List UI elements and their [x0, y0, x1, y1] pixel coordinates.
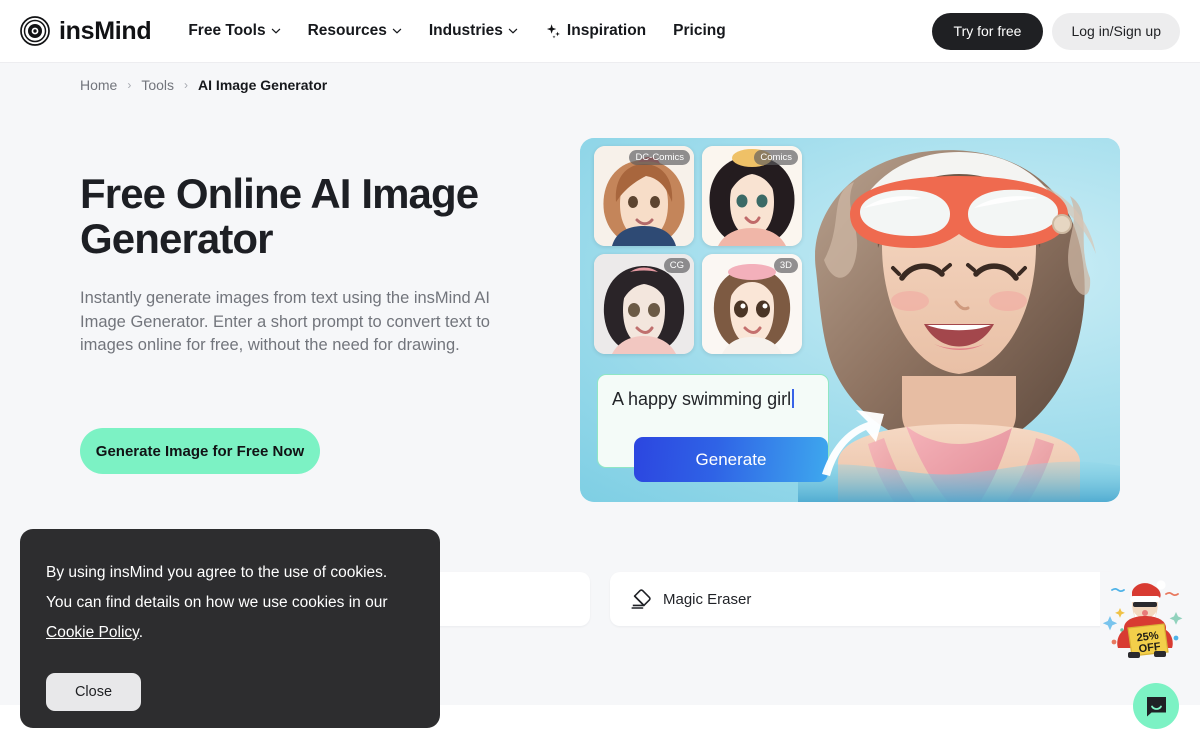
- generate-image-cta-button[interactable]: Generate Image for Free Now: [80, 428, 320, 474]
- breadcrumb-separator-icon: ›: [184, 78, 189, 92]
- style-thumbnail[interactable]: CG: [594, 254, 694, 354]
- style-badge: 3D: [773, 258, 798, 273]
- breadcrumb-item-tools[interactable]: Tools: [141, 76, 174, 94]
- page-root: insMind Free Tools Resources Industries: [0, 0, 1200, 750]
- chevron-down-icon: [271, 26, 281, 36]
- nav-label: Free Tools: [188, 22, 266, 40]
- login-signup-button[interactable]: Log in/Sign up: [1052, 12, 1180, 50]
- nav-label: Industries: [428, 22, 503, 40]
- nav-item-industries[interactable]: Industries: [429, 23, 518, 39]
- cookie-banner-text: By using insMind you agree to the use of…: [46, 558, 415, 648]
- nav-item-free-tools[interactable]: Free Tools: [188, 23, 280, 39]
- chat-widget-button[interactable]: [1133, 683, 1179, 729]
- generate-button[interactable]: Generate: [634, 437, 828, 482]
- nav-label: Resources: [307, 22, 387, 40]
- main-nav: Free Tools Resources Industries Inspirat…: [188, 23, 725, 40]
- style-badge: DC-Comics: [629, 150, 690, 165]
- hero-preview-image: DC-Comics Comics CG 3D A happy swimming …: [580, 138, 1120, 502]
- cookie-text-line-2: You can find details on how we use cooki…: [46, 594, 388, 611]
- santa-promo-widget[interactable]: 25% OFF: [1100, 572, 1188, 660]
- chevron-down-icon: [392, 26, 402, 36]
- brand-name: insMind: [59, 16, 152, 45]
- nav-label: Inspiration: [566, 22, 647, 40]
- style-thumbnail[interactable]: Comics: [702, 146, 802, 246]
- breadcrumb: Home › Tools › AI Image Generator: [80, 76, 327, 94]
- breadcrumb-item-home[interactable]: Home: [80, 76, 117, 94]
- insmind-target-logo-icon: [20, 16, 50, 46]
- prompt-value: A happy swimming girl: [612, 389, 792, 409]
- style-thumbnail[interactable]: DC-Comics: [594, 146, 694, 246]
- style-badge: CG: [663, 258, 690, 273]
- cookie-consent-banner: By using insMind you agree to the use of…: [20, 529, 440, 728]
- style-badge: Comics: [754, 150, 798, 165]
- try-for-free-button[interactable]: Try for free: [931, 12, 1044, 50]
- style-thumbnail-grid: DC-Comics Comics CG 3D: [594, 146, 802, 354]
- nav-item-resources[interactable]: Resources: [308, 23, 402, 39]
- nav-item-inspiration[interactable]: Inspiration: [545, 23, 646, 40]
- prompt-text-wrapper: A happy swimming girl: [612, 387, 814, 411]
- header-actions: Try for free Log in/Sign up: [931, 12, 1180, 50]
- page-description: Instantly generate images from text usin…: [80, 289, 490, 354]
- text-caret: [792, 389, 794, 408]
- cookie-text-period: .: [138, 624, 144, 641]
- nav-item-pricing[interactable]: Pricing: [673, 23, 726, 39]
- nav-label: Pricing: [673, 22, 726, 40]
- style-thumbnail[interactable]: 3D: [702, 254, 802, 354]
- cursor-arrow-icon: [822, 410, 884, 476]
- cookie-close-button[interactable]: Close: [46, 673, 141, 711]
- brand-logo[interactable]: insMind: [20, 16, 152, 46]
- chat-message-icon: [1145, 695, 1168, 718]
- magic-eraser-icon: [630, 588, 652, 610]
- tool-card-label: Magic Eraser: [663, 590, 752, 608]
- cookie-policy-link[interactable]: Cookie Policy: [46, 624, 139, 641]
- page-title: Free Online AI Image Generator: [80, 170, 479, 262]
- site-header: insMind Free Tools Resources Industries: [0, 0, 1200, 63]
- tool-card-magic-eraser[interactable]: Magic Eraser: [610, 572, 1120, 626]
- santa-promo-icon: 25% OFF: [1100, 572, 1188, 660]
- breadcrumb-separator-icon: ›: [127, 78, 132, 92]
- sparkle-icon: [545, 23, 562, 40]
- chevron-down-icon: [508, 26, 518, 36]
- breadcrumb-item-current: AI Image Generator: [198, 77, 328, 93]
- cookie-text-line-1: By using insMind you agree to the use of…: [46, 564, 388, 581]
